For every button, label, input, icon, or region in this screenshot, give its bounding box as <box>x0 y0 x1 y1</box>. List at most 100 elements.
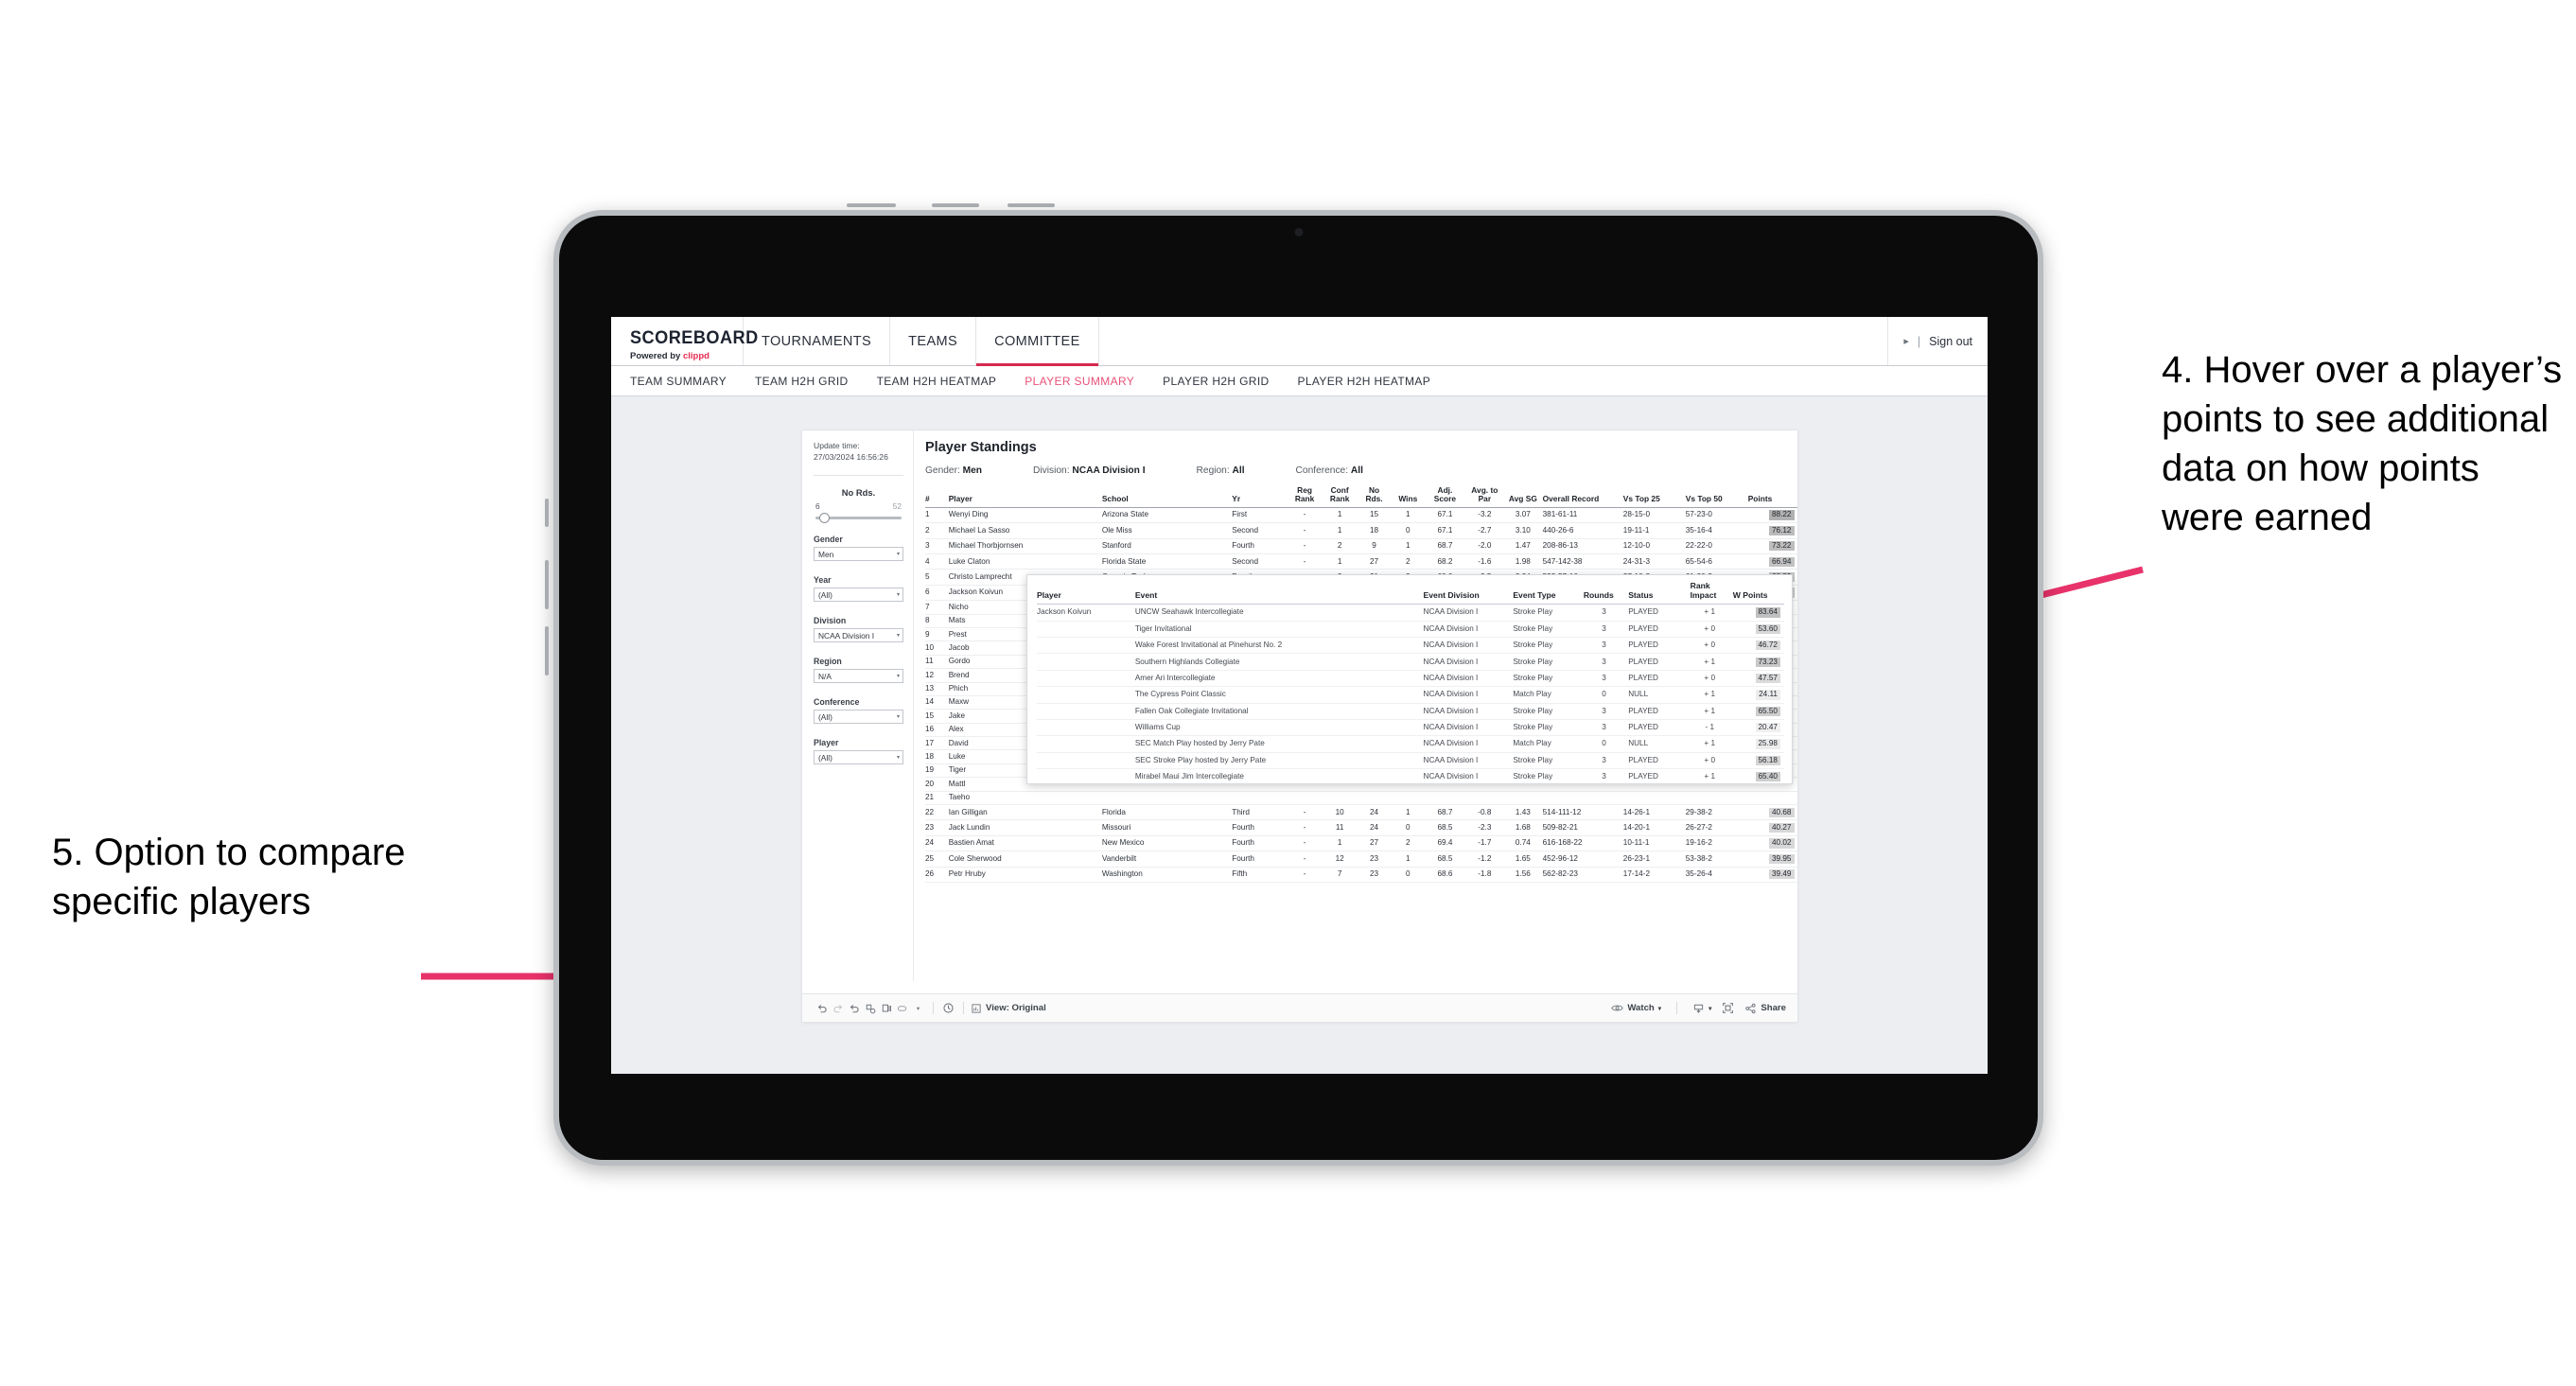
col-player[interactable]: Player <box>948 486 1102 508</box>
user-icon[interactable]: ▸ <box>1903 335 1909 347</box>
device-layout-icon[interactable] <box>894 1003 910 1014</box>
tooltip-cell-w-points: 25.98 <box>1732 735 1784 753</box>
top-navigation-bar: SCOREBOARD Powered by clippd TOURNAMENTS… <box>611 317 1988 366</box>
chevron-down-icon[interactable]: ▾ <box>910 1005 926 1012</box>
cell-avg-sg: 3.10 <box>1506 522 1543 539</box>
chevron-down-icon: ▾ <box>896 592 900 599</box>
tooltip-cell-rounds: 3 <box>1583 653 1629 671</box>
cell-points[interactable]: 76.12 <box>1747 522 1797 539</box>
no-rounds-slider-handle[interactable] <box>818 513 830 524</box>
cell-yr: Second <box>1232 522 1289 539</box>
cell-points[interactable]: 88.22 <box>1747 507 1797 524</box>
col-avg-to-par[interactable]: Avg. to Par <box>1465 485 1507 508</box>
col-vs-top-50[interactable]: Vs Top 50 <box>1685 486 1748 508</box>
points-value[interactable]: 66.94 <box>1769 556 1795 567</box>
points-value[interactable]: 76.12 <box>1769 525 1795 535</box>
subnav-item-team-summary[interactable]: TEAM SUMMARY <box>630 375 727 388</box>
download-button[interactable]: ▾ <box>1692 1003 1711 1014</box>
tooltip-cell-w-points: 65.50 <box>1732 703 1784 720</box>
slider-max-value: 52 <box>892 501 902 512</box>
subnav-item-team-h2h-grid[interactable]: TEAM H2H GRID <box>755 375 849 388</box>
cell-conf-rank: 2 <box>1323 538 1359 554</box>
col-conf-rank[interactable]: Conf Rank <box>1323 485 1359 508</box>
cell-points[interactable]: 40.27 <box>1747 819 1797 836</box>
pause-icon[interactable] <box>878 1003 894 1014</box>
table-row[interactable]: 3 Michael Thorbjornsen Stanford Fourth -2 9 1 6… <box>925 538 1797 554</box>
tooltip-cell-rank-impact: + 1 <box>1690 735 1733 753</box>
col-rank[interactable]: # <box>925 486 949 508</box>
no-rounds-slider-track[interactable] <box>815 513 902 524</box>
refresh-icon[interactable] <box>862 1003 878 1014</box>
subnav-item-player-summary[interactable]: PLAYER SUMMARY <box>1025 375 1134 388</box>
cell-points[interactable]: 66.94 <box>1747 553 1797 570</box>
points-value[interactable]: 88.22 <box>1769 510 1795 520</box>
visualization-body: Update time: 27/03/2024 16:56:26 No Rds.… <box>802 430 1797 981</box>
cell-points[interactable]: 39.95 <box>1747 851 1797 868</box>
filter-region-label: Region <box>814 657 842 667</box>
table-row[interactable]: 25 Cole Sherwood Vanderbilt Fourth -12 23 1 68.… <box>925 851 1797 868</box>
fullscreen-icon[interactable] <box>1720 1002 1736 1014</box>
topnav-item-committee[interactable]: COMMITTEE <box>976 317 1099 366</box>
points-value[interactable]: 40.68 <box>1769 807 1795 817</box>
col-wins[interactable]: Wins <box>1392 486 1428 508</box>
cell-points[interactable] <box>1747 791 1797 806</box>
watch-button[interactable]: Watch ▾ <box>1611 1003 1661 1013</box>
brand-logo[interactable]: SCOREBOARD Powered by clippd <box>611 317 759 365</box>
col-no-rds[interactable]: No Rds. <box>1358 485 1393 508</box>
topnav-item-teams[interactable]: TEAMS <box>890 317 977 365</box>
cell-points[interactable]: 73.22 <box>1747 538 1797 554</box>
col-reg-rank[interactable]: Reg Rank <box>1288 485 1323 508</box>
tooltip-cell-w-points: 47.57 <box>1732 670 1784 688</box>
brand-title: SCOREBOARD <box>630 327 759 348</box>
redo-icon[interactable] <box>830 1003 846 1014</box>
share-button[interactable]: Share <box>1744 1003 1786 1014</box>
table-row[interactable]: 24 Bastien Amat New Mexico Fourth -1 27 2 69.4-… <box>925 835 1797 852</box>
table-row[interactable]: 26 Petr Hruby Washington Fifth -7 23 0 68.6 -1.8… <box>925 867 1797 883</box>
w-points-value: 83.64 <box>1755 607 1780 618</box>
cell-avg-sg: 3.07 <box>1506 507 1543 524</box>
filter-region-select[interactable]: N/A ▾ <box>814 669 903 684</box>
tooltip-cell-division: NCAA Division I <box>1423 670 1514 688</box>
cell-adj-score: 68.6 <box>1427 867 1466 883</box>
points-value[interactable]: 73.22 <box>1769 541 1795 552</box>
filter-division-select[interactable]: NCAA Division I ▾ <box>814 628 903 643</box>
col-points[interactable]: Points <box>1747 486 1797 508</box>
col-school[interactable]: School <box>1101 486 1233 508</box>
pause-auto-update-icon[interactable] <box>940 1002 956 1014</box>
cell-avg-to-par: -2.7 <box>1465 522 1507 539</box>
revert-icon[interactable] <box>846 1003 862 1014</box>
points-value[interactable]: 39.95 <box>1769 853 1795 864</box>
cell-points[interactable]: 40.02 <box>1747 835 1797 852</box>
points-value[interactable]: 40.27 <box>1769 823 1795 833</box>
table-row[interactable]: 22 Ian Gilligan Florida Third -10 24 1 68.7 -0.8… <box>925 804 1797 821</box>
cell-wins: 0 <box>1392 522 1428 539</box>
topnav-item-tournaments[interactable]: TOURNAMENTS <box>744 317 891 365</box>
subnav-item-player-h2h-heatmap[interactable]: PLAYER H2H HEATMAP <box>1298 375 1431 388</box>
subnav-item-team-h2h-heatmap[interactable]: TEAM H2H HEATMAP <box>877 375 997 388</box>
col-avg-sg[interactable]: Avg SG <box>1506 486 1543 508</box>
subnav-item-player-h2h-grid[interactable]: PLAYER H2H GRID <box>1163 375 1269 388</box>
undo-icon[interactable] <box>814 1003 830 1014</box>
filter-player-select[interactable]: (All) ▾ <box>814 750 903 765</box>
sign-out-link[interactable]: Sign out <box>1929 335 1972 348</box>
cell-points[interactable]: 40.68 <box>1747 804 1797 821</box>
points-value[interactable]: 39.49 <box>1769 869 1795 880</box>
filter-summary-division-label: Division: <box>1033 465 1070 476</box>
table-row[interactable]: 23 Jack Lundin Missouri Fourth -11 24 0 68.5 -2.… <box>925 819 1797 836</box>
filter-gender-select[interactable]: Men ▾ <box>814 547 903 562</box>
filter-conference-select[interactable]: (All) ▾ <box>814 710 903 725</box>
col-overall-record[interactable]: Overall Record <box>1542 486 1623 508</box>
table-row[interactable]: 21 Taeho <box>925 791 1797 806</box>
table-row[interactable]: 1 Wenyi Ding Arizona State First -1 15 1 67.1 -3… <box>925 507 1797 524</box>
points-value[interactable]: 40.02 <box>1769 838 1795 849</box>
col-yr[interactable]: Yr <box>1232 486 1289 508</box>
filter-summary-region: Region: All <box>1197 465 1245 476</box>
table-row[interactable]: 2 Michael La Sasso Ole Miss Second -1 18 0 67.1… <box>925 522 1797 539</box>
col-adj-score[interactable]: Adj. Score <box>1427 485 1466 508</box>
cell-adj-score: 68.2 <box>1427 553 1466 570</box>
table-row[interactable]: 4 Luke Claton Florida State Second -1 27 2 68.2… <box>925 553 1797 570</box>
col-vs-top-25[interactable]: Vs Top 25 <box>1622 486 1686 508</box>
cell-points[interactable]: 39.49 <box>1747 867 1797 883</box>
view-original-button[interactable]: View: Original <box>971 1003 1046 1014</box>
filter-year-select[interactable]: (All) ▾ <box>814 588 903 603</box>
